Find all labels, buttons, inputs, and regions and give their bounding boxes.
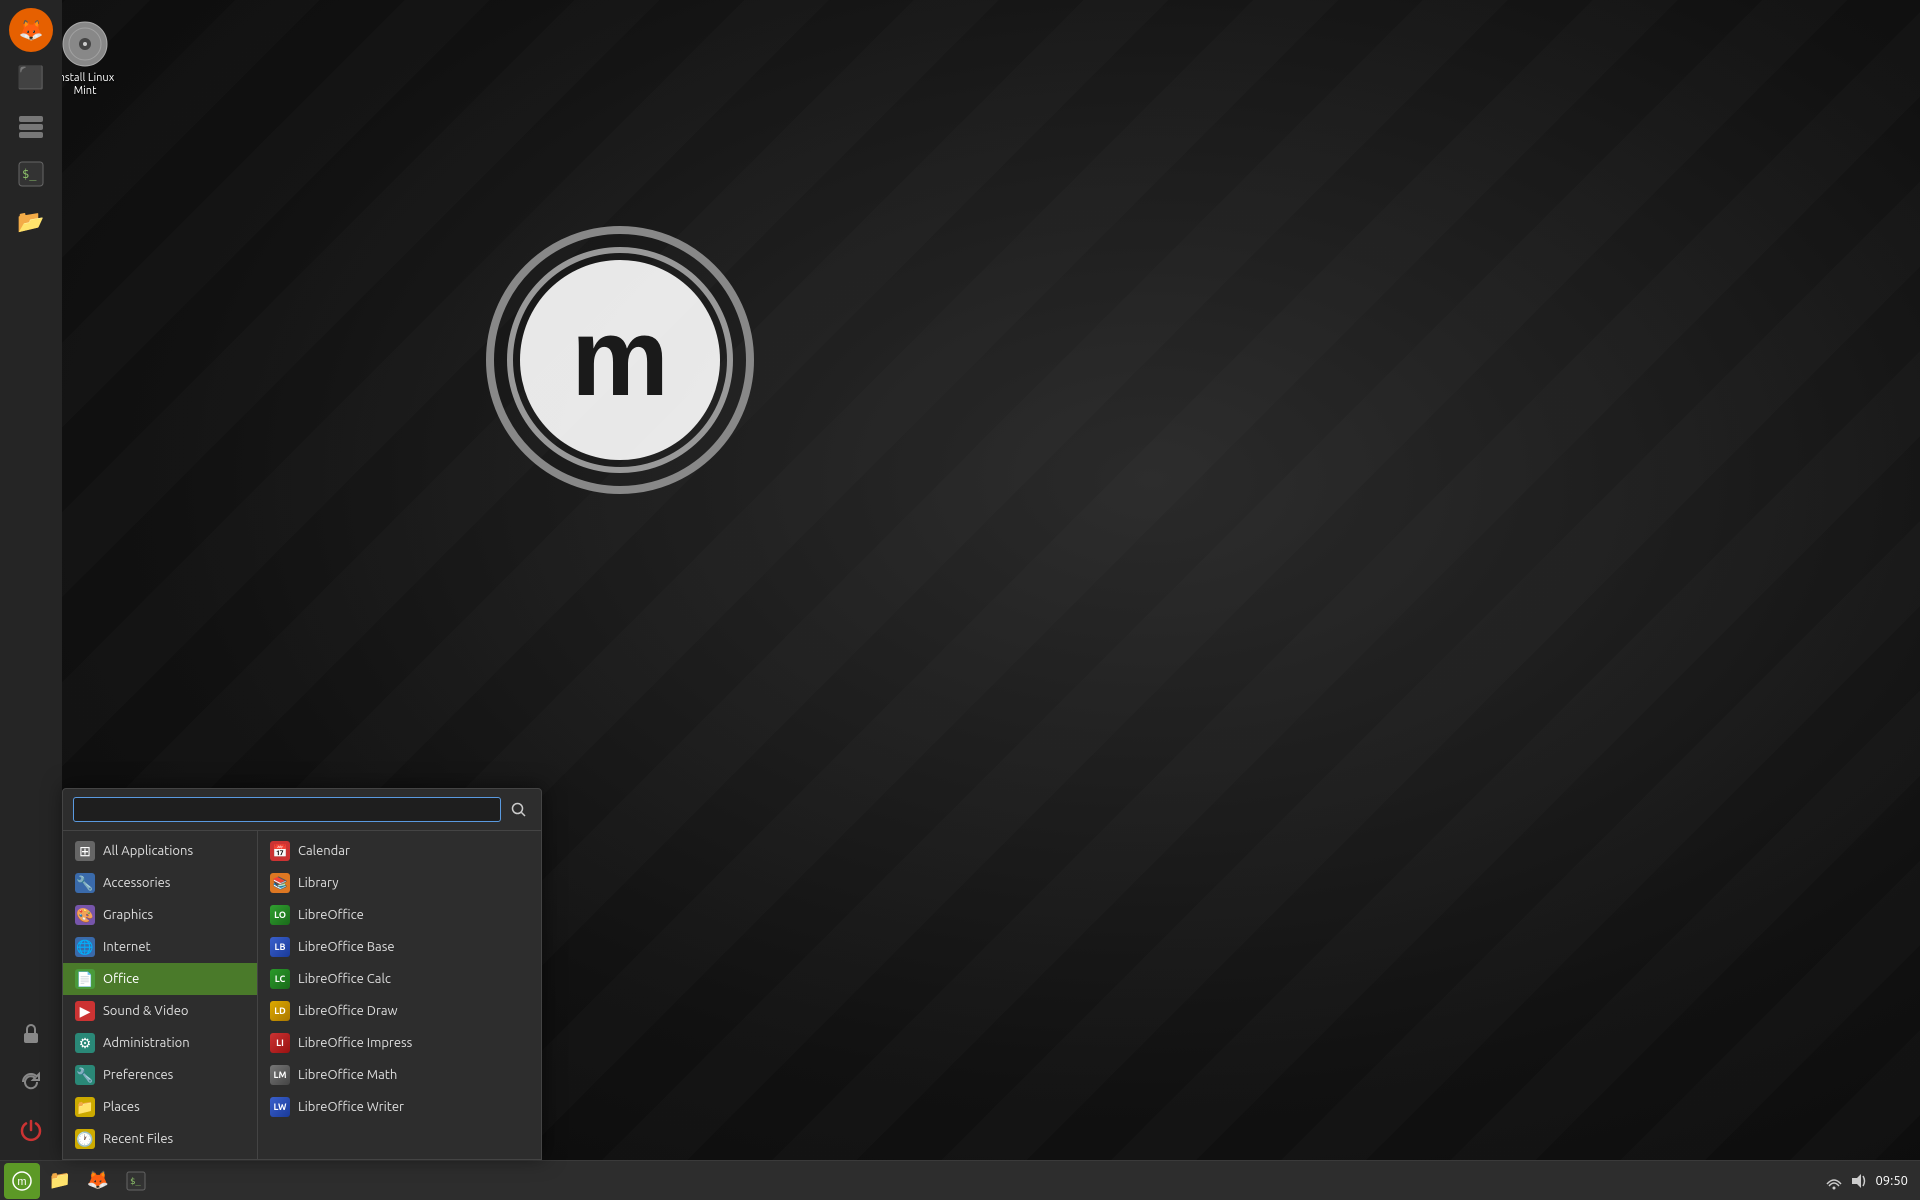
- svg-text:m: m: [571, 296, 669, 419]
- office-label: Office: [103, 972, 139, 986]
- libreoffice-calc-icon: LC: [270, 969, 290, 989]
- mint-logo: m: [480, 220, 760, 500]
- libreoffice-calc-label: LibreOffice Calc: [298, 972, 391, 986]
- libreoffice-math-icon: LM: [270, 1065, 290, 1085]
- sound-video-label: Sound & Video: [103, 1004, 189, 1018]
- search-button[interactable]: [507, 798, 531, 822]
- recent-files-icon: 🕐: [75, 1129, 95, 1149]
- category-internet[interactable]: 🌐 Internet: [63, 931, 257, 963]
- left-panel: 🦊 ⬛ $_ 📂: [0, 0, 62, 1160]
- panel-power[interactable]: [9, 1108, 53, 1152]
- places-label: Places: [103, 1100, 140, 1114]
- app-menu: ⊞ All Applications 🔧 Accessories 🎨 Graph…: [62, 788, 542, 1160]
- recent-files-label: Recent Files: [103, 1132, 173, 1146]
- all-applications-label: All Applications: [103, 844, 193, 858]
- accessories-label: Accessories: [103, 876, 170, 890]
- libreoffice-writer-icon: LW: [270, 1097, 290, 1117]
- menu-categories: ⊞ All Applications 🔧 Accessories 🎨 Graph…: [63, 831, 258, 1159]
- taskbar-left: m 📁 🦊 $_: [0, 1163, 154, 1199]
- app-library[interactable]: 📚 Library: [258, 867, 541, 899]
- search-input[interactable]: [73, 797, 501, 822]
- category-places[interactable]: 📁 Places: [63, 1091, 257, 1123]
- library-label: Library: [298, 876, 338, 890]
- category-administration[interactable]: ⚙ Administration: [63, 1027, 257, 1059]
- panel-files[interactable]: ⬛: [9, 56, 53, 100]
- app-libreoffice-draw[interactable]: LD LibreOffice Draw: [258, 995, 541, 1027]
- category-accessories[interactable]: 🔧 Accessories: [63, 867, 257, 899]
- app-libreoffice-impress[interactable]: LI LibreOffice Impress: [258, 1027, 541, 1059]
- administration-label: Administration: [103, 1036, 190, 1050]
- menu-content: ⊞ All Applications 🔧 Accessories 🎨 Graph…: [63, 831, 541, 1159]
- taskbar-terminal[interactable]: $_: [118, 1163, 154, 1199]
- libreoffice-base-icon: LB: [270, 937, 290, 957]
- panel-folder[interactable]: 📂: [9, 200, 53, 244]
- libreoffice-writer-label: LibreOffice Writer: [298, 1100, 404, 1114]
- taskbar-files[interactable]: 📁: [42, 1163, 78, 1199]
- app-libreoffice[interactable]: LO LibreOffice: [258, 899, 541, 931]
- svg-text:$_: $_: [22, 167, 37, 181]
- graphics-label: Graphics: [103, 908, 153, 922]
- libreoffice-impress-label: LibreOffice Impress: [298, 1036, 412, 1050]
- library-icon: 📚: [270, 873, 290, 893]
- calendar-icon: 📅: [270, 841, 290, 861]
- category-sound-video[interactable]: ▶ Sound & Video: [63, 995, 257, 1027]
- category-graphics[interactable]: 🎨 Graphics: [63, 899, 257, 931]
- accessories-icon: 🔧: [75, 873, 95, 893]
- preferences-icon: 🔧: [75, 1065, 95, 1085]
- category-office[interactable]: 📄 Office: [63, 963, 257, 995]
- category-recent-files[interactable]: 🕐 Recent Files: [63, 1123, 257, 1155]
- system-icons: [1825, 1172, 1867, 1190]
- taskbar-mint-menu[interactable]: m: [4, 1163, 40, 1199]
- panel-refresh[interactable]: [9, 1060, 53, 1104]
- libreoffice-base-label: LibreOffice Base: [298, 940, 395, 954]
- menu-apps: 📅 Calendar 📚 Library LO LibreOffice LB L…: [258, 831, 541, 1159]
- calendar-label: Calendar: [298, 844, 350, 858]
- sound-video-icon: ▶: [75, 1001, 95, 1021]
- volume-icon: [1849, 1172, 1867, 1190]
- taskbar: m 📁 🦊 $_: [0, 1160, 1920, 1200]
- libreoffice-draw-label: LibreOffice Draw: [298, 1004, 398, 1018]
- panel-stack[interactable]: [9, 104, 53, 148]
- svg-text:m: m: [17, 1176, 26, 1188]
- category-all-applications[interactable]: ⊞ All Applications: [63, 835, 257, 867]
- taskbar-firefox[interactable]: 🦊: [80, 1163, 116, 1199]
- install-icon-image: [61, 20, 109, 68]
- app-calendar[interactable]: 📅 Calendar: [258, 835, 541, 867]
- network-icon: [1825, 1172, 1843, 1190]
- search-bar: [63, 789, 541, 831]
- panel-terminal[interactable]: $_: [9, 152, 53, 196]
- places-icon: 📁: [75, 1097, 95, 1117]
- preferences-label: Preferences: [103, 1068, 173, 1082]
- app-libreoffice-writer[interactable]: LW LibreOffice Writer: [258, 1091, 541, 1123]
- libreoffice-draw-icon: LD: [270, 1001, 290, 1021]
- internet-icon: 🌐: [75, 937, 95, 957]
- app-libreoffice-calc[interactable]: LC LibreOffice Calc: [258, 963, 541, 995]
- all-applications-icon: ⊞: [75, 841, 95, 861]
- graphics-icon: 🎨: [75, 905, 95, 925]
- office-icon: 📄: [75, 969, 95, 989]
- taskbar-time: 09:50: [1875, 1174, 1908, 1188]
- panel-lock[interactable]: [9, 1012, 53, 1056]
- category-preferences[interactable]: 🔧 Preferences: [63, 1059, 257, 1091]
- svg-text:$_: $_: [130, 1177, 141, 1187]
- app-libreoffice-base[interactable]: LB LibreOffice Base: [258, 931, 541, 963]
- panel-firefox[interactable]: 🦊: [9, 8, 53, 52]
- libreoffice-label: LibreOffice: [298, 908, 364, 922]
- internet-label: Internet: [103, 940, 151, 954]
- app-libreoffice-math[interactable]: LM LibreOffice Math: [258, 1059, 541, 1091]
- desktop: m Install Linux Mint 🦊 ⬛: [0, 0, 1920, 1200]
- libreoffice-impress-icon: LI: [270, 1033, 290, 1053]
- libreoffice-math-label: LibreOffice Math: [298, 1068, 397, 1082]
- taskbar-right: 09:50: [1825, 1172, 1920, 1190]
- administration-icon: ⚙: [75, 1033, 95, 1053]
- libreoffice-icon: LO: [270, 905, 290, 925]
